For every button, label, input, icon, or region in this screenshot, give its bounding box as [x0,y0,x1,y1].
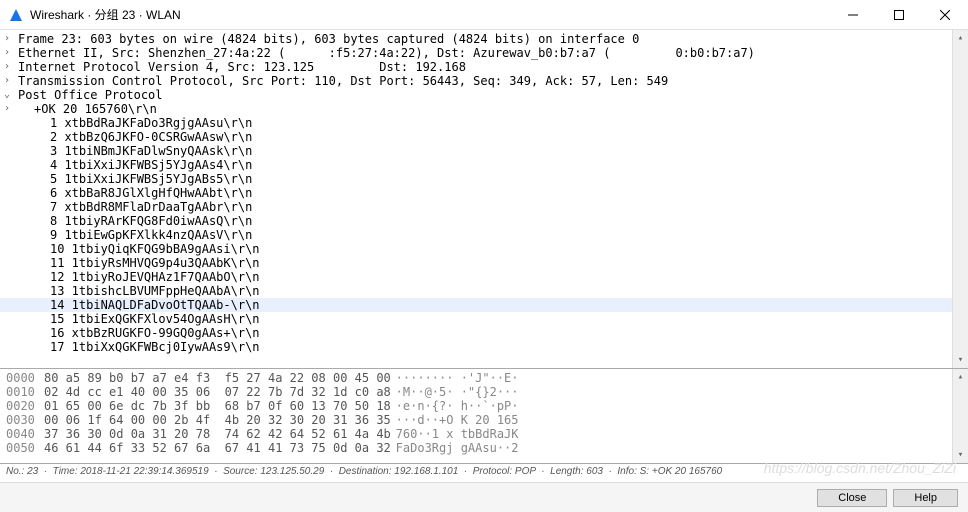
pop-uidl-line[interactable]: 2 xtbBzQ6JKFO-0CSRGwAAsw\r\n [0,130,968,144]
tree-ip[interactable]: ›Internet Protocol Version 4, Src: 123.1… [0,60,968,74]
pop-uidl-line[interactable]: 17 1tbiXxQGKFWBcj0IywAAs9\r\n [0,340,968,354]
hex-offset: 0050 [6,441,44,455]
status-bar: No.: 23 · Time: 2018-11-21 22:39:14.3695… [0,464,968,482]
pop-uidl-line[interactable]: 1 xtbBdRaJKFaDo3RgjgAAsu\r\n [0,116,968,130]
pop-uidl-line[interactable]: 3 1tbiNBmJKFaDlwSnyQAAsk\r\n [0,144,968,158]
tree-pop[interactable]: ⌄Post Office Protocol [0,88,968,102]
hex-row[interactable]: 000080 a5 89 b0 b7 a7 e4 f3 f5 27 4a 22 … [6,371,519,385]
packet-details-pane[interactable]: ›Frame 23: 603 bytes on wire (4824 bits)… [0,30,968,369]
pop-uidl-line[interactable]: 6 xtbBaR8JGlXlgHfQHwAAbt\r\n [0,186,968,200]
hex-bytes: 46 61 44 6f 33 52 67 6a 67 41 41 73 75 0… [44,441,374,455]
expand-icon[interactable]: › [4,102,10,116]
pop-uidl-line[interactable]: 11 1tbiyRsMHVQG9p4u3QAAbK\r\n [0,256,968,270]
close-button[interactable] [922,0,968,30]
hex-offset: 0030 [6,413,44,427]
hex-bytes: 37 36 30 0d 0a 31 20 78 74 62 42 64 52 6… [44,427,374,441]
hex-bytes: 02 4d cc e1 40 00 35 06 07 22 7b 7d 32 1… [44,385,374,399]
close-dialog-button[interactable]: Close [817,489,887,507]
hex-ascii: ·e·n·{?· h··`·pP· [374,399,519,413]
scroll-down-icon[interactable]: ▾ [953,352,968,368]
help-button[interactable]: Help [893,489,958,507]
window-controls [830,0,968,29]
hex-ascii: ·M··@·5· ·"{}2··· [374,385,519,399]
hex-bytes: 01 65 00 6e dc 7b 3f bb 68 b7 0f 60 13 7… [44,399,374,413]
minimize-button[interactable] [830,0,876,30]
button-bar: Close Help [0,482,968,512]
pop-uidl-line[interactable]: 5 1tbiXxiJKFWBSj5YJgABs5\r\n [0,172,968,186]
expand-icon[interactable]: › [4,60,10,74]
tree-tcp[interactable]: ›Transmission Control Protocol, Src Port… [0,74,968,88]
hex-offset: 0010 [6,385,44,399]
pop-uidl-line[interactable]: 10 1tbiyQiqKFQG9bBA9gAAsi\r\n [0,242,968,256]
vertical-scrollbar[interactable]: ▴ ▾ [952,30,968,368]
hex-row[interactable]: 004037 36 30 0d 0a 31 20 78 74 62 42 64 … [6,427,519,441]
expand-icon[interactable]: › [4,74,10,88]
title-bar: Wireshark · 分组 23 · WLAN [0,0,968,30]
pop-uidl-line[interactable]: 4 1tbiXxiJKFWBSj5YJgAAs4\r\n [0,158,968,172]
window-title: Wireshark · 分组 23 · WLAN [30,6,830,23]
hex-row[interactable]: 002001 65 00 6e dc 7b 3f bb 68 b7 0f 60 … [6,399,519,413]
hex-offset: 0040 [6,427,44,441]
pop-uidl-line[interactable]: 9 1tbiEwGpKFXlkk4nzQAAsV\r\n [0,228,968,242]
hex-ascii: FaDo3Rgj gAAsu··2 [374,441,519,455]
hex-row[interactable]: 003000 06 1f 64 00 00 2b 4f 4b 20 32 30 … [6,413,519,427]
tree-pop-ok[interactable]: ›+OK 20 165760\r\n [0,102,968,116]
vertical-scrollbar[interactable]: ▴ ▾ [952,369,968,463]
hex-offset: 0020 [6,399,44,413]
hex-ascii: ········ ·'J"··E· [374,371,519,385]
scroll-up-icon[interactable]: ▴ [953,369,968,385]
packet-bytes-pane[interactable]: 000080 a5 89 b0 b7 a7 e4 f3 f5 27 4a 22 … [0,369,968,464]
expand-icon[interactable]: › [4,32,10,46]
pop-uidl-line[interactable]: 13 1tbishcLBVUMFppHeQAAbA\r\n [0,284,968,298]
pop-uidl-line[interactable]: 16 xtbBzRUGKFO-99GQ0gAAs+\r\n [0,326,968,340]
tree-frame[interactable]: ›Frame 23: 603 bytes on wire (4824 bits)… [0,32,968,46]
scroll-up-icon[interactable]: ▴ [953,30,968,46]
hex-ascii: ···d··+O K 20 165 [374,413,519,427]
pop-uidl-line[interactable]: 8 1tbiyRArKFQG8Fd0iwAAsQ\r\n [0,214,968,228]
hex-ascii: 760··1 x tbBdRaJK [374,427,519,441]
pop-uidl-line[interactable]: 14 1tbiNAQLDFaDvoOtTQAAb-\r\n [0,298,968,312]
tree-ethernet[interactable]: ›Ethernet II, Src: Shenzhen_27:4a:22 ( :… [0,46,968,60]
scroll-down-icon[interactable]: ▾ [953,447,968,463]
expand-icon[interactable]: › [4,46,10,60]
pop-uidl-line[interactable]: 12 1tbiyRoJEVQHAz1F7QAAbO\r\n [0,270,968,284]
hex-bytes: 00 06 1f 64 00 00 2b 4f 4b 20 32 30 20 3… [44,413,374,427]
maximize-button[interactable] [876,0,922,30]
hex-bytes: 80 a5 89 b0 b7 a7 e4 f3 f5 27 4a 22 08 0… [44,371,374,385]
app-icon [8,7,24,23]
collapse-icon[interactable]: ⌄ [4,88,10,102]
hex-offset: 0000 [6,371,44,385]
pop-uidl-line[interactable]: 7 xtbBdR8MFlaDrDaaTgAAbr\r\n [0,200,968,214]
hex-row[interactable]: 001002 4d cc e1 40 00 35 06 07 22 7b 7d … [6,385,519,399]
pop-uidl-line[interactable]: 15 1tbiExQGKFXlov54OgAAsH\r\n [0,312,968,326]
hex-row[interactable]: 005046 61 44 6f 33 52 67 6a 67 41 41 73 … [6,441,519,455]
